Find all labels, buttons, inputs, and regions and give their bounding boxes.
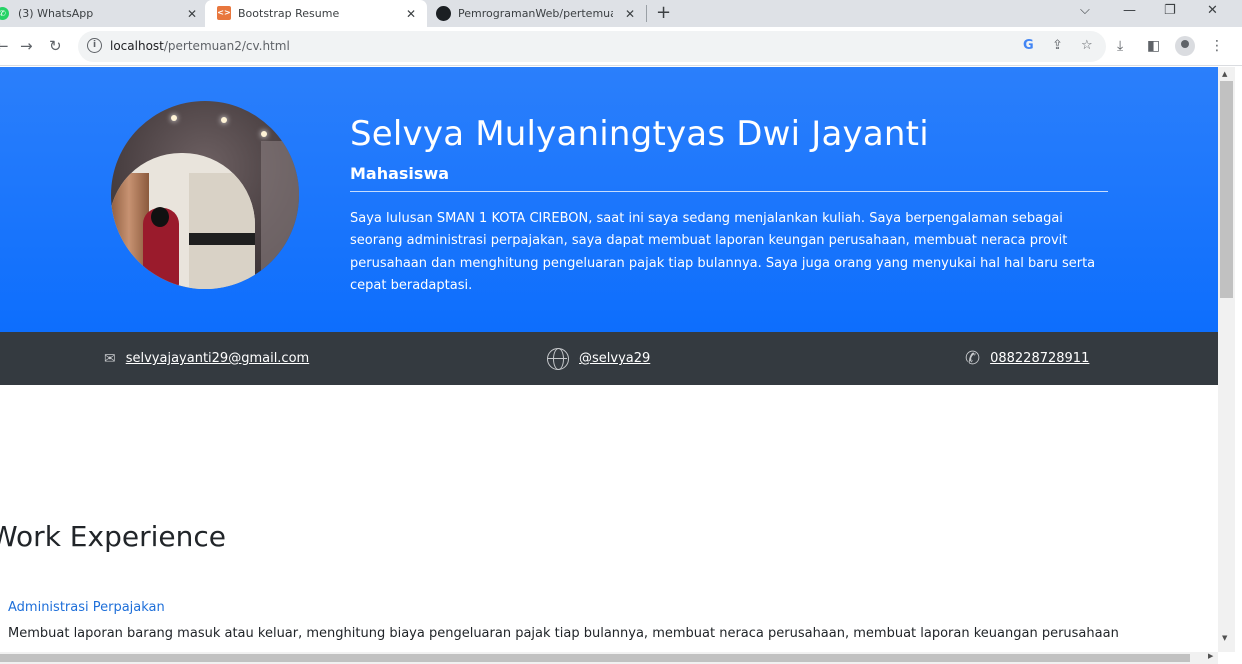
browser-toolbar: ← → ↻ i localhost/pertemuan2/cv.html G ⇪… [0, 27, 1242, 66]
vertical-scrollbar[interactable]: ▲ ▼ [1218, 67, 1235, 652]
close-tab-icon[interactable]: ✕ [625, 7, 635, 21]
horizontal-scrollbar[interactable]: ▶ [0, 652, 1218, 664]
tab-strip: ✆ (3) WhatsApp ✕ <> Bootstrap Resume ✕ P… [0, 0, 1242, 27]
restore-button[interactable]: ❐ [1164, 1, 1176, 21]
info-icon[interactable]: i [87, 38, 102, 53]
side-panel-icon[interactable]: ◧ [1147, 37, 1160, 55]
header-section: Selvya Mulyaningtyas Dwi Jayanti Mahasis… [0, 67, 1218, 332]
tab-github[interactable]: PemrogramanWeb/pertemuan2 ✕ [428, 0, 646, 27]
scroll-right-arrow-icon[interactable]: ▶ [1208, 652, 1213, 660]
reload-icon[interactable]: ↻ [49, 36, 62, 56]
menu-kebab-icon[interactable]: ⋮ [1210, 37, 1224, 55]
scrollbar-thumb[interactable] [0, 654, 1190, 662]
tab-separator [646, 5, 647, 22]
envelope-icon: ✉ [104, 350, 116, 367]
close-tab-icon[interactable]: ✕ [406, 7, 416, 21]
close-window-button[interactable]: ✕ [1207, 1, 1218, 21]
contact-bar: ✉ selvyajayanti29@gmail.com @selvya29 ✆ … [0, 332, 1218, 385]
tab-title: Bootstrap Resume [238, 7, 340, 20]
close-tab-icon[interactable]: ✕ [187, 7, 197, 21]
whatsapp-icon: ✆ [0, 7, 9, 20]
tab-whatsapp[interactable]: ✆ (3) WhatsApp ✕ [0, 0, 204, 27]
tab-title: PemrogramanWeb/pertemuan2 [458, 7, 613, 20]
minimize-button[interactable]: — [1123, 1, 1136, 21]
resume-bio: Saya lulusan SMAN 1 KOTA CIREBON, saat i… [350, 211, 1096, 294]
share-icon[interactable]: ⇪ [1052, 38, 1063, 54]
back-icon[interactable]: ← [0, 36, 9, 56]
tab-title: (3) WhatsApp [18, 7, 94, 20]
bookmark-star-icon[interactable]: ☆ [1081, 38, 1093, 54]
contact-phone: ✆ 088228728911 [965, 332, 1089, 385]
resume-name: Selvya Mulyaningtyas Dwi Jayanti [350, 114, 929, 154]
email-link[interactable]: selvyajayanti29@gmail.com [126, 351, 309, 366]
website-link[interactable]: @selvya29 [579, 351, 650, 366]
google-translate-icon[interactable]: G [1023, 38, 1034, 54]
globe-icon [547, 347, 569, 370]
scrollbar-thumb[interactable] [1220, 81, 1233, 298]
tab-bootstrap-resume[interactable]: <> Bootstrap Resume ✕ [205, 0, 427, 27]
url-text[interactable]: localhost/pertemuan2/cv.html [110, 39, 290, 53]
contact-email: ✉ selvyajayanti29@gmail.com [104, 332, 309, 385]
page-viewport: Selvya Mulyaningtyas Dwi Jayanti Mahasis… [0, 67, 1218, 652]
address-bar[interactable]: i localhost/pertemuan2/cv.html G ⇪ ☆ [78, 31, 1106, 62]
scroll-down-arrow-icon[interactable]: ▼ [1222, 634, 1227, 642]
tab-search-icon[interactable]: ⌵ [1080, 1, 1090, 21]
section-title-work-experience: Work Experience [0, 520, 226, 553]
profile-avatar-icon[interactable] [1175, 36, 1195, 56]
forward-icon[interactable]: → [20, 36, 33, 56]
job-title: Administrasi Perpajakan [8, 600, 165, 615]
html-file-icon: <> [217, 6, 231, 20]
resume-role: Mahasiswa [350, 164, 450, 183]
phone-link[interactable]: 088228728911 [990, 351, 1089, 366]
download-icon[interactable]: ⤓ [1117, 37, 1123, 55]
phone-icon: ✆ [965, 348, 981, 369]
window-edge [1235, 67, 1242, 664]
github-icon [436, 6, 451, 21]
job-description: Membuat laporan barang masuk atau keluar… [8, 626, 1119, 641]
contact-website: @selvya29 [547, 332, 650, 385]
scroll-up-arrow-icon[interactable]: ▲ [1222, 70, 1227, 78]
profile-photo [111, 101, 299, 289]
divider [350, 191, 1108, 192]
new-tab-button[interactable]: + [656, 2, 671, 24]
